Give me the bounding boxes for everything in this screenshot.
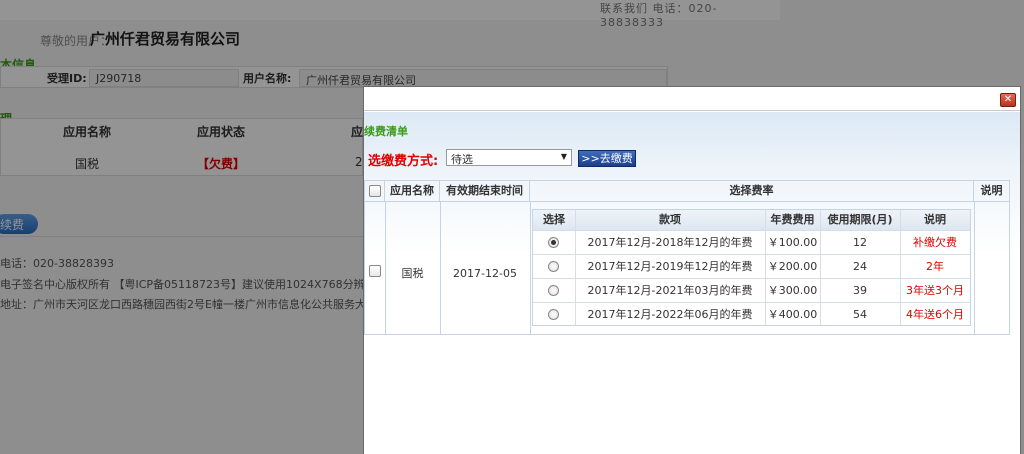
th-select: 选择 (533, 210, 575, 230)
go-pay-button[interactable]: >>去缴费 (578, 150, 636, 167)
rate-radio[interactable] (548, 261, 559, 272)
rate-table: 选择 款项 年费费用 使用期限(月) 说明 2017年12月-2018年12月的… (532, 209, 971, 326)
th-months: 使用期限(月) (820, 210, 900, 230)
renewal-dialog: ✕ 续费清单 选缴费方式: 待选 ▼ >>去缴费 应用名称 有效期结束时间 选择… (363, 86, 1021, 454)
th-checkbox-cell (365, 181, 385, 201)
rate-fee: ￥400.00 (767, 308, 818, 321)
rate-note: 4年送6个月 (906, 308, 964, 321)
rate-months: 54 (853, 308, 867, 321)
rate-item: 2017年12月-2021年03月的年费 (587, 284, 753, 297)
th-app-name: 应用名称 (385, 181, 440, 201)
renewal-list-table: 应用名称 有效期结束时间 选择费率 说明 国税 2017-12-05 选择 款项… (364, 180, 1010, 335)
rate-radio[interactable] (548, 237, 559, 248)
col-divider (530, 201, 531, 335)
rate-item: 2017年12月-2019年12月的年费 (587, 260, 753, 273)
header-divider (365, 201, 1009, 202)
rate-radio[interactable] (548, 309, 559, 320)
th-note: 说明 (980, 184, 1003, 197)
th-item: 款项 (575, 210, 765, 230)
dropdown-arrow-icon: ▼ (560, 152, 567, 161)
close-icon[interactable]: ✕ (1000, 93, 1016, 107)
pay-method-label: 选缴费方式: (368, 154, 439, 169)
col-divider (974, 201, 975, 335)
rate-row[interactable]: 2017年12月-2018年12月的年费 ￥100.00 12 补缴欠费 (533, 230, 970, 254)
rate-row[interactable]: 2017年12月-2022年06月的年费 ￥400.00 54 4年送6个月 (533, 302, 970, 326)
pay-method-select[interactable]: 待选 ▼ (446, 149, 572, 166)
rate-note: 3年送3个月 (906, 284, 964, 297)
rate-months: 39 (853, 284, 867, 297)
rate-fee: ￥200.00 (767, 260, 818, 273)
rate-row[interactable]: 2017年12月-2021年03月的年费 ￥300.00 39 3年送3个月 (533, 278, 970, 302)
dialog-titlebar: ✕ (364, 87, 1020, 111)
th-select-rate: 选择费率 (530, 181, 974, 201)
th-expiry: 有效期结束时间 (440, 181, 530, 201)
dialog-heading: 续费清单 (364, 125, 408, 138)
row-checkbox[interactable] (369, 265, 381, 277)
expiry-cell: 2017-12-05 (453, 267, 517, 280)
rate-item: 2017年12月-2022年06月的年费 (587, 308, 753, 321)
dialog-body: 续费清单 选缴费方式: 待选 ▼ >>去缴费 应用名称 有效期结束时间 选择费率… (364, 112, 1020, 454)
rate-fee: ￥100.00 (767, 236, 818, 249)
pay-method-value: 待选 (451, 153, 473, 166)
rate-item: 2017年12月-2018年12月的年费 (587, 236, 753, 249)
th-rate-note: 说明 (900, 210, 970, 230)
rate-fee: ￥300.00 (767, 284, 818, 297)
rate-note: 补缴欠费 (913, 236, 957, 249)
rate-row[interactable]: 2017年12月-2019年12月的年费 ￥200.00 24 2年 (533, 254, 970, 278)
th-fee: 年费费用 (765, 210, 820, 230)
rate-note: 2年 (926, 260, 944, 273)
app-name-cell: 国税 (401, 267, 424, 280)
rate-months: 12 (853, 236, 867, 249)
rate-months: 24 (853, 260, 867, 273)
rate-radio[interactable] (548, 285, 559, 296)
